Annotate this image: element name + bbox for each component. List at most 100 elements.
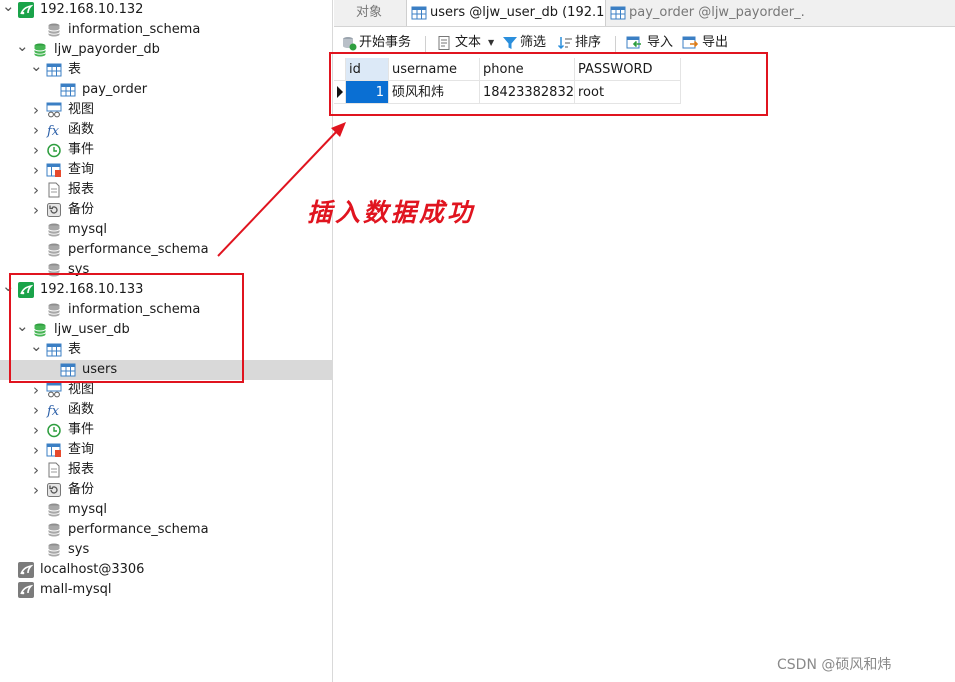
- cell-password[interactable]: root: [575, 81, 681, 104]
- chevron-down-icon[interactable]: ⌄: [30, 339, 43, 360]
- column-header-password[interactable]: PASSWORD: [575, 58, 681, 81]
- chevron-down-icon[interactable]: ▼: [488, 33, 494, 53]
- tree-item[interactable]: pay_order: [0, 80, 332, 100]
- tree-item[interactable]: › 视图: [0, 100, 332, 120]
- chevron-right-icon[interactable]: ›: [30, 120, 42, 140]
- tree-item-label: 视图: [68, 382, 95, 397]
- tree-item[interactable]: › 事件: [0, 140, 332, 160]
- tree-item[interactable]: information_schema: [0, 20, 332, 40]
- tree-item[interactable]: › 事件: [0, 420, 332, 440]
- column-header-phone[interactable]: phone: [480, 58, 575, 81]
- tree-item[interactable]: › fx 函数: [0, 120, 332, 140]
- tree-item[interactable]: › 查询: [0, 440, 332, 460]
- tree-item-label: 备份: [68, 202, 95, 217]
- cell-username[interactable]: 硕风和炜: [389, 81, 480, 104]
- filter-icon: [503, 37, 517, 49]
- tree-item[interactable]: › 报表: [0, 180, 332, 200]
- column-header-username[interactable]: username: [389, 58, 480, 81]
- tree-item[interactable]: › 视图: [0, 380, 332, 400]
- chevron-right-icon[interactable]: ›: [30, 160, 42, 180]
- chevron-right-icon[interactable]: ›: [30, 180, 42, 200]
- tree-item-label: ljw_payorder_db: [54, 42, 160, 57]
- tree-item[interactable]: ⌄ 表: [0, 59, 332, 80]
- tree-item-label: 事件: [68, 142, 95, 157]
- tree-item-label: 192.168.10.133: [40, 282, 144, 297]
- tree-item[interactable]: users: [0, 360, 332, 380]
- chevron-right-icon[interactable]: ›: [30, 380, 42, 400]
- import-icon: [626, 36, 641, 49]
- tree-item-label: information_schema: [68, 22, 201, 37]
- tree-item-label: sys: [68, 542, 90, 557]
- chevron-down-icon[interactable]: ⌄: [30, 59, 43, 80]
- tab-label: users @ljw_user_db (192.1...: [430, 5, 606, 20]
- chevron-down-icon[interactable]: ⌄: [16, 319, 29, 340]
- chevron-right-icon[interactable]: ›: [30, 400, 42, 420]
- table-group-icon: [46, 63, 62, 77]
- row-header-corner: [334, 58, 346, 81]
- filter-label: 筛选: [520, 35, 547, 50]
- tree-item-label: users: [82, 362, 118, 377]
- chevron-down-icon[interactable]: ⌄: [16, 39, 29, 60]
- tree-item[interactable]: sys: [0, 260, 332, 280]
- chevron-right-icon[interactable]: ›: [30, 440, 42, 460]
- connection-off-icon: [18, 582, 34, 598]
- database-icon: [48, 223, 60, 237]
- row-indicator[interactable]: [334, 81, 346, 104]
- tree-item[interactable]: ⌄ ljw_payorder_db: [0, 39, 332, 60]
- tree-item-label: mysql: [68, 502, 107, 517]
- cell-id[interactable]: 1: [346, 81, 389, 104]
- tree-item-label: 表: [68, 62, 82, 77]
- tree-item[interactable]: › 备份: [0, 480, 332, 500]
- tree-item-label: performance_schema: [68, 242, 209, 257]
- tree-item-label: 事件: [68, 422, 95, 437]
- tree-item[interactable]: › 查询: [0, 160, 332, 180]
- tree-item[interactable]: mysql: [0, 220, 332, 240]
- tree-item[interactable]: sys: [0, 540, 332, 560]
- tree-item[interactable]: mysql: [0, 500, 332, 520]
- tab-label: 对象: [356, 5, 383, 20]
- tree-item-label: sys: [68, 262, 90, 277]
- tree-item-label: 视图: [68, 102, 95, 117]
- tree-item[interactable]: performance_schema: [0, 240, 332, 260]
- tree-item[interactable]: ⌄ 192.168.10.132: [0, 0, 332, 20]
- tree-item[interactable]: ⌄ 表: [0, 339, 332, 360]
- tree-item[interactable]: ⌄ 192.168.10.133: [0, 279, 332, 300]
- chevron-right-icon[interactable]: ›: [30, 200, 42, 220]
- chevron-right-icon[interactable]: ›: [30, 460, 42, 480]
- tree-item[interactable]: › 报表: [0, 460, 332, 480]
- chevron-right-icon[interactable]: ›: [30, 480, 42, 500]
- tab-users-table[interactable]: users @ljw_user_db (192.1...: [406, 0, 606, 26]
- chevron-right-icon[interactable]: ›: [30, 140, 42, 160]
- database-icon: [48, 503, 60, 517]
- tree-item-label: 函数: [68, 402, 95, 417]
- chevron-down-icon[interactable]: ⌄: [2, 279, 15, 300]
- function-icon: fx: [46, 124, 60, 138]
- query-icon: [46, 443, 61, 457]
- pane-divider[interactable]: [332, 0, 333, 682]
- tree-item[interactable]: ⌄ ljw_user_db: [0, 319, 332, 340]
- report-icon: [48, 462, 60, 478]
- chevron-right-icon[interactable]: ›: [30, 100, 42, 120]
- navigator-tree: ⌄ 192.168.10.132 information_schema ⌄ ljw_pa…: [0, 0, 332, 682]
- tree-item[interactable]: localhost@3306: [0, 560, 332, 580]
- tree-item-label: pay_order: [82, 82, 148, 97]
- event-icon: [47, 423, 61, 438]
- tree-item-label: mall-mysql: [40, 582, 112, 597]
- tree-item[interactable]: performance_schema: [0, 520, 332, 540]
- tree-item[interactable]: › 备份: [0, 200, 332, 220]
- tab-objects[interactable]: 对象: [334, 0, 406, 26]
- chevron-down-icon[interactable]: ⌄: [2, 0, 15, 20]
- tree-item[interactable]: mall-mysql: [0, 580, 332, 600]
- function-icon: fx: [46, 404, 60, 418]
- begin-transaction-label: 开始事务: [359, 35, 412, 50]
- view-icon: [46, 382, 62, 398]
- chevron-right-icon[interactable]: ›: [30, 420, 42, 440]
- tree-item[interactable]: › fx 函数: [0, 400, 332, 420]
- current-row-arrow-icon: [337, 86, 343, 98]
- cell-phone[interactable]: 18423382832: [480, 81, 575, 104]
- tree-item[interactable]: information_schema: [0, 300, 332, 320]
- sort-label: 排序: [575, 35, 602, 50]
- tree-item-label: 查询: [68, 162, 95, 177]
- tab-pay-order-table[interactable]: pay_order @ljw_payorder_...: [606, 0, 806, 26]
- column-header-id[interactable]: id: [346, 58, 389, 81]
